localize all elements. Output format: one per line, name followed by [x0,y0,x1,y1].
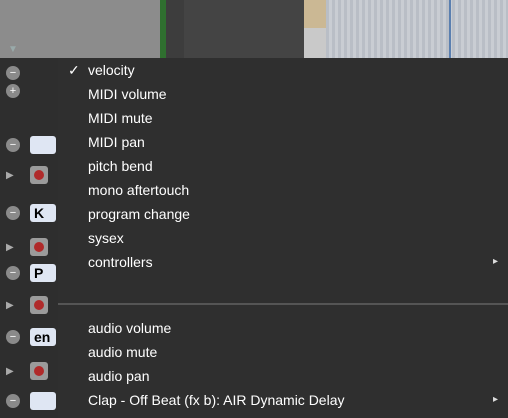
track-region-gray [0,0,160,58]
play-icon[interactable]: ▶ [6,170,14,181]
menu-item-midi-mute[interactable]: MIDI mute [58,106,508,130]
track-row: − en [0,328,58,354]
track-row: ▶ [0,358,58,384]
menu-item-midi-pan[interactable]: MIDI pan [58,130,508,154]
menu-item-mono-aftertouch[interactable]: mono aftertouch [58,178,508,202]
clip-header [304,0,326,28]
menu-item-sysex[interactable]: sysex [58,226,508,250]
menu-item-label: audio pan [88,368,150,384]
menu-item-label: Clap - Off Beat (fx b): AIR Dynamic Dela… [88,392,345,408]
menu-item-label: audio mute [88,344,158,360]
play-icon[interactable]: ▶ [6,366,14,377]
menu-item-program-change[interactable]: program change [58,202,508,226]
track-row: − + [0,64,58,98]
track-name-field[interactable] [30,136,56,154]
track-row: − P [0,264,58,290]
add-lane-icon[interactable]: + [6,84,20,98]
track-name-field[interactable]: K [30,204,56,222]
track-name-field[interactable]: P [30,264,56,282]
track-row: − [0,392,58,418]
playhead-line [449,0,451,58]
menu-item-label: program change [88,206,190,222]
track-name-field[interactable] [30,392,56,410]
menu-item-label: MIDI mute [88,110,153,126]
track-controls-column: − + − ▶ − K ▶ − P ▶ − en ▶ − [0,58,58,418]
play-icon[interactable]: ▶ [6,242,14,253]
menu-item-velocity[interactable]: ✓ velocity [58,58,508,82]
track-row: ▶ [0,292,58,318]
menu-item-label: audio volume [88,320,172,336]
record-button[interactable] [30,362,48,380]
play-icon[interactable]: ▶ [6,300,14,311]
remove-lane-icon[interactable]: − [6,266,20,280]
track-row: − K [0,204,58,230]
checkmark-icon: ✓ [68,62,80,78]
track-region-dark [166,0,184,58]
automation-popup-menu: ✓ velocity MIDI volume MIDI mute MIDI pa… [58,58,508,418]
record-button[interactable] [30,238,48,256]
record-button[interactable] [30,166,48,184]
menu-item-label: mono aftertouch [88,182,190,198]
menu-item-audio-mute[interactable]: audio mute [58,340,508,364]
submenu-arrow-icon: ▸ [492,394,498,405]
menu-item-plugin-delay[interactable]: Clap - Off Beat (fx b): AIR Dynamic Dela… [58,388,508,412]
track-row: ▶ [0,162,58,188]
remove-lane-icon[interactable]: − [6,394,20,408]
menu-item-label: pitch bend [88,158,153,174]
menu-item-pitch-bend[interactable]: pitch bend [58,154,508,178]
track-row: − [0,134,58,160]
menu-item-controllers[interactable]: controllers ▸ [58,250,508,274]
menu-item-label: MIDI volume [88,86,167,102]
menu-item-label: MIDI pan [88,134,145,150]
menu-separator [58,303,508,305]
timeline-strip: ▼ [0,0,508,58]
menu-item-label: velocity [88,62,135,78]
expand-down-icon[interactable]: ▼ [8,44,18,55]
menu-item-label: sysex [88,230,124,246]
remove-lane-icon[interactable]: − [6,330,20,344]
track-name-field[interactable]: en [30,328,56,346]
clip-block[interactable] [304,0,326,58]
clip-waveform[interactable] [326,0,508,58]
remove-lane-icon[interactable]: − [6,206,20,220]
remove-lane-icon[interactable]: − [6,66,20,80]
menu-item-audio-volume[interactable]: audio volume [58,316,508,340]
remove-lane-icon[interactable]: − [6,138,20,152]
menu-item-audio-pan[interactable]: audio pan [58,364,508,388]
menu-item-midi-volume[interactable]: MIDI volume [58,82,508,106]
menu-item-label: controllers [88,254,153,270]
track-region [184,0,304,58]
submenu-arrow-icon: ▸ [492,256,498,267]
record-button[interactable] [30,296,48,314]
track-row: ▶ [0,234,58,260]
